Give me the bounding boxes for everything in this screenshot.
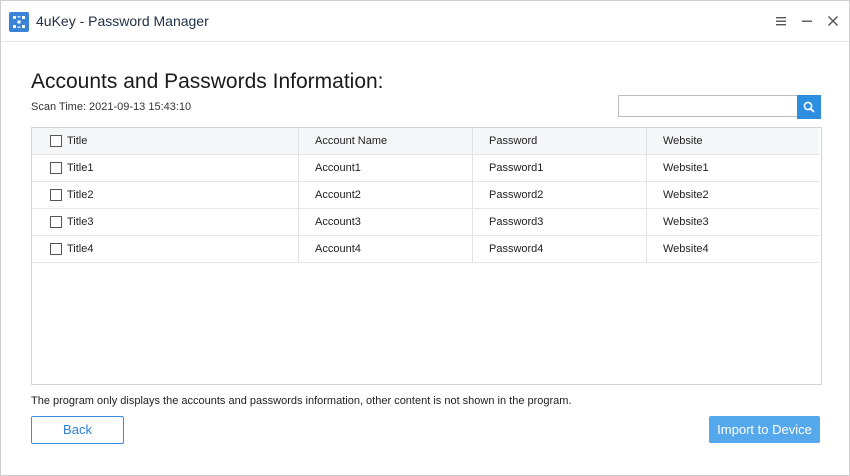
table-row[interactable]: Title1 Account1 Password1 Website1 xyxy=(32,155,819,182)
row-password: Password4 xyxy=(489,243,544,255)
column-divider xyxy=(646,155,647,181)
menu-button[interactable] xyxy=(771,11,791,31)
column-header-title[interactable]: Title xyxy=(67,128,87,154)
row-title: Title1 xyxy=(67,162,94,174)
row-password: Password2 xyxy=(489,189,544,201)
column-divider xyxy=(646,128,647,154)
row-website: Website4 xyxy=(663,243,709,255)
row-website: Website3 xyxy=(663,216,709,228)
row-checkbox[interactable] xyxy=(50,216,62,228)
column-divider xyxy=(646,236,647,262)
search-input[interactable] xyxy=(618,95,799,117)
scan-time-label: Scan Time: xyxy=(31,101,87,113)
accounts-table: Title Account Name Password Website Titl… xyxy=(31,127,822,385)
close-icon xyxy=(828,16,838,26)
column-divider xyxy=(646,209,647,235)
footer-notice: The program only displays the accounts a… xyxy=(31,395,572,407)
app-title: 4uKey - Password Manager xyxy=(36,13,209,29)
app-window: 4uKey - Password Manager Accounts and Pa… xyxy=(0,0,850,476)
table-row[interactable]: Title4 Account4 Password4 Website4 xyxy=(32,236,819,263)
back-button[interactable]: Back xyxy=(31,416,124,444)
column-divider xyxy=(298,128,299,154)
row-password: Password3 xyxy=(489,216,544,228)
row-checkbox[interactable] xyxy=(50,189,62,201)
table-row[interactable]: Title3 Account3 Password3 Website3 xyxy=(32,209,819,236)
row-checkbox[interactable] xyxy=(50,243,62,255)
row-title: Title3 xyxy=(67,216,94,228)
column-divider xyxy=(298,209,299,235)
page-title: Accounts and Passwords Information: xyxy=(31,70,384,93)
column-divider xyxy=(472,128,473,154)
row-password: Password1 xyxy=(489,162,544,174)
search-button[interactable] xyxy=(797,95,821,119)
row-checkbox[interactable] xyxy=(50,162,62,174)
scan-time: Scan Time: 2021-09-13 15:43:10 xyxy=(31,101,194,113)
title-bar: 4uKey - Password Manager xyxy=(1,1,849,42)
row-website: Website2 xyxy=(663,189,709,201)
minimize-icon xyxy=(802,20,812,22)
row-account: Account1 xyxy=(315,162,361,174)
search-icon xyxy=(803,101,815,113)
table-row[interactable]: Title2 Account2 Password2 Website2 xyxy=(32,182,819,209)
column-divider xyxy=(472,155,473,181)
column-header-website[interactable]: Website xyxy=(663,128,703,154)
column-divider xyxy=(646,182,647,208)
row-account: Account3 xyxy=(315,216,361,228)
column-header-account[interactable]: Account Name xyxy=(315,128,387,154)
column-divider xyxy=(472,236,473,262)
row-account: Account4 xyxy=(315,243,361,255)
column-divider xyxy=(472,209,473,235)
column-divider xyxy=(298,236,299,262)
app-logo-icon xyxy=(9,12,29,32)
column-divider xyxy=(298,155,299,181)
row-account: Account2 xyxy=(315,189,361,201)
row-website: Website1 xyxy=(663,162,709,174)
import-to-device-button[interactable]: Import to Device xyxy=(709,416,820,443)
close-button[interactable] xyxy=(823,11,843,31)
scan-time-value: 2021-09-13 15:43:10 xyxy=(89,101,192,113)
row-title: Title2 xyxy=(67,189,94,201)
table-header-row: Title Account Name Password Website xyxy=(32,128,819,155)
column-header-password[interactable]: Password xyxy=(489,128,537,154)
column-divider xyxy=(472,182,473,208)
column-divider xyxy=(298,182,299,208)
minimize-button[interactable] xyxy=(797,11,817,31)
menu-icon xyxy=(776,17,786,26)
select-all-checkbox[interactable] xyxy=(50,135,62,147)
row-title: Title4 xyxy=(67,243,94,255)
